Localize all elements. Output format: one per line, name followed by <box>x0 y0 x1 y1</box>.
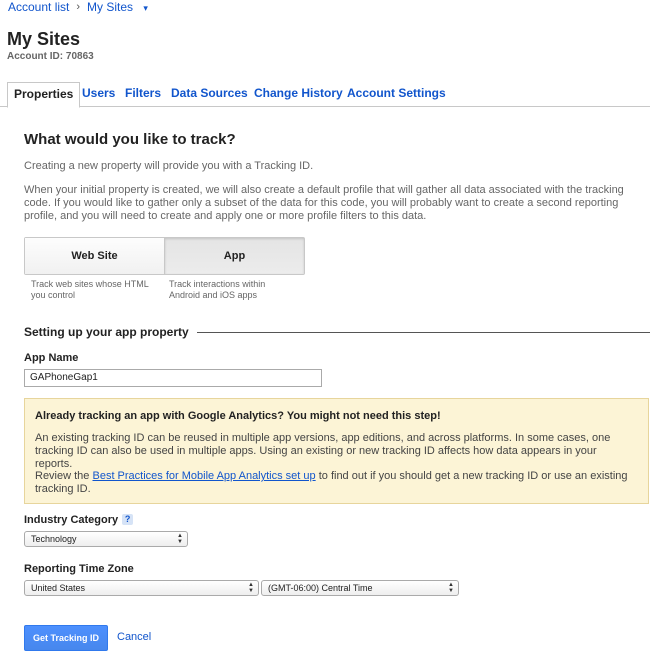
timezone-select-value: (GMT-06:00) Central Time <box>268 583 373 593</box>
app-option-description: Track interactions within Android and iO… <box>169 279 266 300</box>
section-title: Setting up your app property <box>24 325 189 339</box>
industry-label: Industry Category? <box>24 514 134 526</box>
tab-filters[interactable]: Filters <box>125 82 161 105</box>
website-option-description: Track web sites whose HTML you control <box>31 279 149 300</box>
notice-body: An existing tracking ID can be reused in… <box>35 432 611 470</box>
help-icon[interactable]: ? <box>122 514 134 525</box>
account-id: Account ID: 70863 <box>7 51 94 62</box>
updown-arrows-icon: ▲ ▼ <box>448 582 454 594</box>
timezone-label: Reporting Time Zone <box>24 563 134 575</box>
app-name-label: App Name <box>24 352 79 364</box>
section-header: Setting up your app property <box>24 325 650 339</box>
section-divider <box>196 331 650 333</box>
description-text: When your initial property is created, w… <box>24 184 624 222</box>
track-type-selector: Web Site App <box>24 237 305 275</box>
website-option-button[interactable]: Web Site <box>25 238 164 274</box>
account-list-link[interactable]: Account list <box>8 0 69 14</box>
current-account-label: My Sites <box>87 0 134 14</box>
tab-data-sources[interactable]: Data Sources <box>171 82 248 105</box>
industry-label-text: Industry Category <box>24 514 119 526</box>
current-account-dropdown[interactable]: My Sites ▾ <box>87 0 148 14</box>
notice-box: Already tracking an app with Google Anal… <box>24 398 649 504</box>
tab-users[interactable]: Users <box>82 82 115 105</box>
breadcrumb: Account list › My Sites ▾ <box>8 0 148 14</box>
tab-account-settings[interactable]: Account Settings <box>347 82 446 105</box>
notice-review-prefix: Review the <box>35 470 93 482</box>
app-name-input[interactable] <box>24 369 322 387</box>
updown-arrows-icon: ▲ ▼ <box>177 533 183 545</box>
tab-change-history[interactable]: Change History <box>254 82 343 105</box>
country-select-value: United States <box>31 583 86 593</box>
country-select[interactable]: United States ▲ ▼ <box>24 580 259 596</box>
tab-bar: Properties Users Filters Data Sources Ch… <box>0 82 650 108</box>
track-heading: What would you like to track? <box>24 131 236 148</box>
chevron-down-icon: ▾ <box>143 3 148 13</box>
industry-select-value: Technology <box>31 534 77 544</box>
industry-select[interactable]: Technology ▲ ▼ <box>24 531 188 547</box>
cancel-link[interactable]: Cancel <box>117 631 151 643</box>
best-practices-link[interactable]: Best Practices for Mobile App Analytics … <box>92 470 315 482</box>
notice-review: Review the Best Practices for Mobile App… <box>35 470 635 496</box>
intro-text: Creating a new property will provide you… <box>24 160 314 172</box>
app-option-button[interactable]: App <box>164 238 304 274</box>
breadcrumb-separator: › <box>76 1 81 13</box>
page-title: My Sites <box>7 29 81 49</box>
notice-title: Already tracking an app with Google Anal… <box>35 410 441 422</box>
tab-properties[interactable]: Properties <box>7 82 81 108</box>
timezone-select[interactable]: (GMT-06:00) Central Time ▲ ▼ <box>261 580 459 596</box>
get-tracking-id-button[interactable]: Get Tracking ID <box>24 625 108 651</box>
updown-arrows-icon: ▲ ▼ <box>248 582 254 594</box>
